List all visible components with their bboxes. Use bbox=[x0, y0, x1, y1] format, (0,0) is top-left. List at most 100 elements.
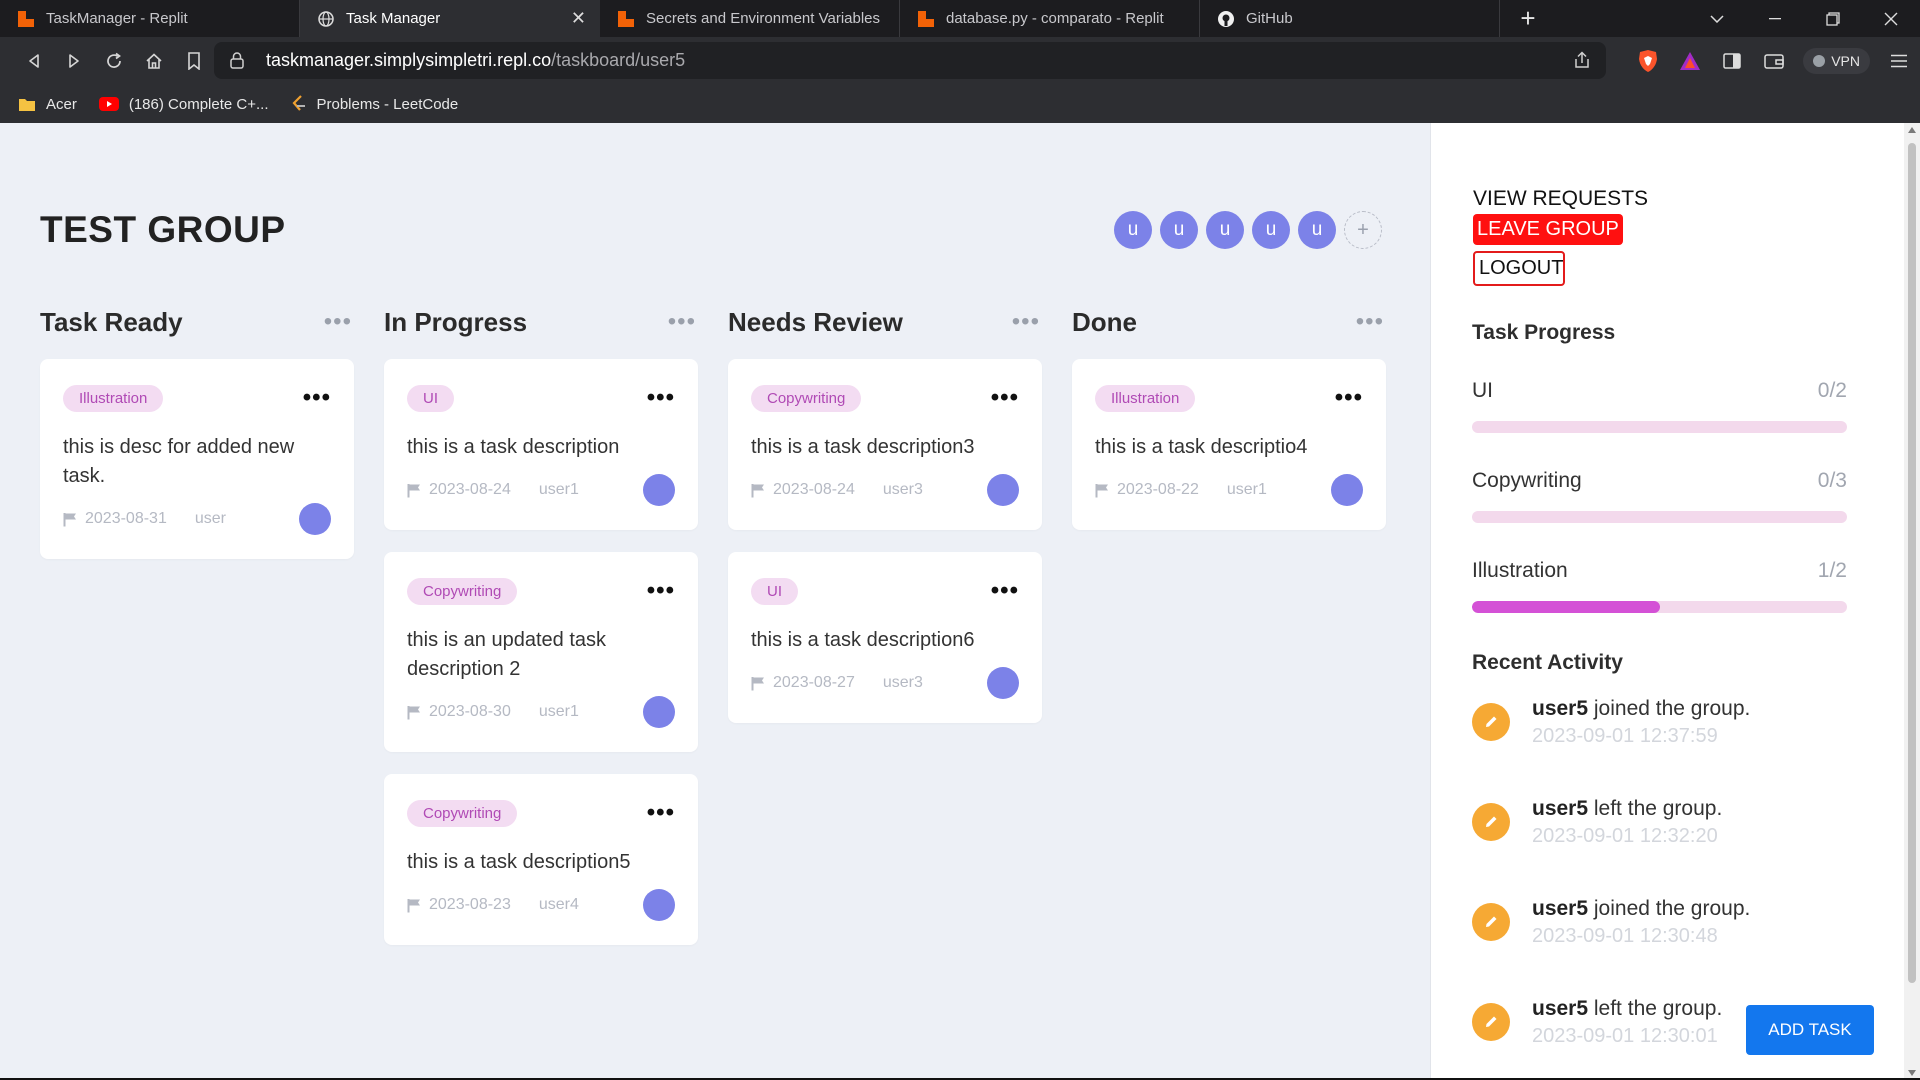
vpn-button[interactable]: VPN bbox=[1803, 48, 1870, 74]
task-tag: Illustration bbox=[63, 384, 164, 412]
progress-track bbox=[1472, 511, 1847, 523]
menu-icon[interactable] bbox=[1878, 37, 1920, 85]
logout-button[interactable]: LOGOUT bbox=[1473, 251, 1565, 286]
task-user: user1 bbox=[1226, 481, 1267, 498]
replit-icon bbox=[18, 10, 34, 27]
page-scrollbar[interactable] bbox=[1904, 123, 1920, 1080]
assignee-avatar bbox=[987, 474, 1019, 506]
progress-track bbox=[1472, 421, 1847, 433]
browser-toolbar: taskmanager.simplysimpletri.repl.co /tas… bbox=[0, 37, 1920, 85]
view-requests-link[interactable]: VIEW REQUESTS bbox=[1473, 187, 1648, 211]
close-window-icon[interactable] bbox=[1862, 0, 1920, 37]
bookmark-icon[interactable] bbox=[174, 41, 214, 81]
task-date: 2023-08-30 bbox=[429, 703, 511, 720]
task-card[interactable]: Illustration ••• this is desc for added … bbox=[40, 359, 354, 559]
column-needs-review: Needs Review ••• Copywriting ••• this is… bbox=[728, 301, 1042, 967]
column-header: Task Ready ••• bbox=[40, 301, 354, 343]
task-tag: UI bbox=[751, 577, 798, 605]
tab-title: GitHub bbox=[1246, 10, 1293, 27]
minimize-icon[interactable] bbox=[1746, 0, 1804, 37]
column-title: In Progress bbox=[384, 306, 528, 337]
sidebar-icon[interactable] bbox=[1711, 37, 1753, 85]
bookmark-youtube[interactable]: (186) Complete C+... bbox=[98, 96, 269, 113]
activity-user: user5 bbox=[1532, 797, 1589, 820]
card-menu-icon[interactable]: ••• bbox=[647, 799, 675, 827]
browser-tab[interactable]: database.py - comparato - Replit bbox=[900, 0, 1200, 37]
flag-icon bbox=[1095, 483, 1109, 498]
card-menu-icon[interactable]: ••• bbox=[1335, 384, 1363, 412]
browser-tab[interactable]: Secrets and Environment Variables | Re bbox=[600, 0, 900, 37]
card-menu-icon[interactable]: ••• bbox=[647, 577, 675, 605]
assignee-avatar bbox=[643, 474, 675, 506]
task-card[interactable]: UI ••• this is a task description 2023-0… bbox=[384, 359, 698, 530]
column-done: Done ••• Illustration ••• this is a task… bbox=[1072, 301, 1386, 967]
activity-user: user5 bbox=[1532, 697, 1589, 720]
chevron-down-icon[interactable] bbox=[1688, 0, 1746, 37]
home-icon[interactable] bbox=[134, 41, 174, 81]
progress-track bbox=[1472, 601, 1847, 613]
task-description: this is a task descriptio4 bbox=[1095, 436, 1308, 458]
add-task-button[interactable]: ADD TASK bbox=[1746, 1005, 1874, 1055]
progress-fill bbox=[1472, 601, 1660, 613]
column-header: Done ••• bbox=[1072, 301, 1386, 343]
task-card[interactable]: UI ••• this is a task description6 2023-… bbox=[728, 552, 1042, 723]
brave-shield-icon[interactable] bbox=[1627, 37, 1669, 85]
back-icon[interactable] bbox=[14, 41, 54, 81]
task-card[interactable]: Copywriting ••• this is a task descripti… bbox=[384, 774, 698, 945]
bookmark-acer[interactable]: Acer bbox=[18, 96, 77, 113]
forward-icon[interactable] bbox=[54, 41, 94, 81]
bookmark-label: Acer bbox=[46, 95, 77, 113]
scrollbar-thumb[interactable] bbox=[1908, 143, 1916, 983]
card-menu-icon[interactable]: ••• bbox=[991, 577, 1019, 605]
browser-tab[interactable]: TaskManager - Replit bbox=[0, 0, 300, 37]
close-icon[interactable]: ✕ bbox=[571, 8, 586, 29]
browser-tab-active[interactable]: Task Manager ✕ bbox=[300, 0, 600, 37]
scroll-down-icon[interactable] bbox=[1908, 1070, 1916, 1076]
brave-rewards-icon[interactable] bbox=[1669, 37, 1711, 85]
url-host: taskmanager.simplysimpletri.repl.co bbox=[266, 50, 552, 70]
member-avatar[interactable]: u bbox=[1206, 211, 1244, 249]
flag-icon bbox=[751, 676, 765, 691]
scroll-up-icon[interactable] bbox=[1908, 127, 1916, 133]
column-menu-icon[interactable]: ••• bbox=[1012, 308, 1040, 336]
task-date: 2023-08-24 bbox=[773, 481, 855, 498]
task-user: user bbox=[194, 510, 226, 527]
activity-action: joined the group. bbox=[1588, 697, 1751, 720]
member-avatar[interactable]: u bbox=[1252, 211, 1290, 249]
task-card[interactable]: Illustration ••• this is a task descript… bbox=[1072, 359, 1386, 530]
wallet-icon[interactable] bbox=[1753, 37, 1795, 85]
browser-tab[interactable]: GitHub bbox=[1200, 0, 1500, 37]
flag-icon bbox=[407, 483, 421, 498]
share-icon[interactable] bbox=[1572, 50, 1592, 75]
member-avatar[interactable]: u bbox=[1114, 211, 1152, 249]
add-member-button[interactable]: + bbox=[1344, 211, 1382, 249]
vpn-status-icon bbox=[1813, 55, 1826, 67]
activity-time: 2023-09-01 12:32:20 bbox=[1532, 825, 1718, 847]
member-avatar[interactable]: u bbox=[1298, 211, 1336, 249]
card-menu-icon[interactable]: ••• bbox=[303, 384, 331, 412]
activity-user: user5 bbox=[1532, 897, 1589, 920]
column-menu-icon[interactable]: ••• bbox=[668, 308, 696, 336]
restore-icon[interactable] bbox=[1804, 0, 1862, 37]
address-bar[interactable]: taskmanager.simplysimpletri.repl.co /tas… bbox=[214, 42, 1606, 79]
task-progress-heading: Task Progress bbox=[1472, 321, 1616, 344]
leave-group-button[interactable]: LEAVE GROUP bbox=[1473, 214, 1623, 245]
bookmark-leetcode[interactable]: Problems - LeetCode bbox=[291, 95, 458, 113]
task-tag: Illustration bbox=[1095, 384, 1196, 412]
task-card[interactable]: Copywriting ••• this is a task descripti… bbox=[728, 359, 1042, 530]
task-date: 2023-08-27 bbox=[773, 674, 855, 691]
card-menu-icon[interactable]: ••• bbox=[647, 384, 675, 412]
reload-icon[interactable] bbox=[94, 41, 134, 81]
column-menu-icon[interactable]: ••• bbox=[324, 308, 352, 336]
card-menu-icon[interactable]: ••• bbox=[991, 384, 1019, 412]
pencil-icon bbox=[1472, 703, 1510, 741]
member-avatar[interactable]: u bbox=[1160, 211, 1198, 249]
task-description: this is a task description3 bbox=[751, 436, 975, 458]
column-header: Needs Review ••• bbox=[728, 301, 1042, 343]
activity-action: left the group. bbox=[1588, 797, 1723, 820]
task-tag: UI bbox=[407, 384, 454, 412]
new-tab-button[interactable]: + bbox=[1500, 0, 1556, 37]
task-card[interactable]: Copywriting ••• this is an updated task … bbox=[384, 552, 698, 752]
progress-name: UI bbox=[1472, 379, 1493, 402]
column-menu-icon[interactable]: ••• bbox=[1356, 308, 1384, 336]
